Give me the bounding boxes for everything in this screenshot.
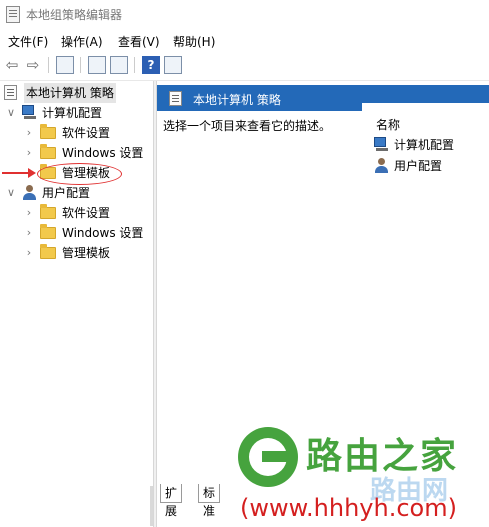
tree-item-label: Windows 设置 [62, 226, 144, 240]
tree-user-admin-templates[interactable]: › 管理模板 [0, 243, 150, 263]
tree-item-label: 管理模板 [62, 246, 111, 260]
toolbar-separator [134, 57, 135, 73]
list-item-label: 计算机配置 [394, 138, 455, 152]
toolbar: ⇦ ⇨ ? [0, 52, 489, 81]
export-list-icon[interactable] [110, 56, 128, 74]
name-column-header[interactable]: 名称 [376, 116, 400, 133]
watermark-logo-icon [238, 427, 298, 487]
tab-extended[interactable]: 扩展 [160, 484, 183, 518]
description-text: 选择一个项目来查看它的描述。 [163, 119, 332, 133]
tree-pane: 本地计算机 策略 ∨ 计算机配置 › 软件设置 › Windows 设置 管理模… [0, 81, 152, 521]
computer-icon [22, 105, 38, 120]
chevron-down-icon[interactable]: ∨ [6, 103, 16, 123]
title-bar: 本地组策略编辑器 [0, 0, 489, 28]
tree-root-label: 本地计算机 策略 [24, 83, 116, 103]
tree-root[interactable]: 本地计算机 策略 [0, 83, 150, 103]
menu-file[interactable]: 文件(F) [8, 33, 48, 50]
toolbar-separator [80, 57, 81, 73]
toolbar-separator [48, 57, 49, 73]
tree-item-label: Windows 设置 [62, 146, 144, 160]
tree-computer-config[interactable]: ∨ 计算机配置 [0, 103, 150, 123]
chevron-right-icon[interactable]: › [24, 143, 34, 163]
menu-help[interactable]: 帮助(H) [173, 33, 215, 50]
policy-icon [169, 91, 182, 106]
menu-bar: 文件(F) 操作(A) 查看(V) 帮助(H) [0, 30, 489, 50]
computer-icon [374, 137, 390, 152]
user-icon [22, 185, 38, 201]
policy-icon [4, 85, 17, 100]
filter-icon[interactable] [164, 56, 182, 74]
tree-user-config[interactable]: ∨ 用户配置 [0, 183, 150, 203]
highlight-oval [37, 163, 122, 185]
forward-arrow-icon[interactable]: ⇨ [24, 56, 42, 74]
menu-action[interactable]: 操作(A) [61, 33, 103, 50]
folder-icon [40, 224, 56, 239]
window-title: 本地组策略编辑器 [26, 8, 123, 22]
tree-computer-software[interactable]: › 软件设置 [0, 123, 150, 143]
tab-standard[interactable]: 标准 [198, 484, 221, 518]
menu-view[interactable]: 查看(V) [118, 33, 160, 50]
folder-icon [40, 144, 56, 159]
folder-icon [40, 244, 56, 259]
chevron-right-icon[interactable]: › [24, 123, 34, 143]
watermark-url: (www.hhhyh.com) [240, 494, 457, 522]
properties-icon[interactable] [88, 56, 106, 74]
tree-item-label: 软件设置 [62, 206, 111, 220]
back-arrow-icon[interactable]: ⇦ [3, 56, 21, 74]
tree-user-windows[interactable]: › Windows 设置 [0, 223, 150, 243]
red-arrow-icon [2, 168, 36, 178]
tree-computer-windows[interactable]: › Windows 设置 [0, 143, 150, 163]
list-item-label: 用户配置 [394, 159, 443, 173]
folder-icon [40, 204, 56, 219]
show-hide-tree-icon[interactable] [56, 56, 74, 74]
tree-computer-config-label: 计算机配置 [42, 106, 103, 120]
content-title: 本地计算机 策略 [193, 93, 281, 107]
chevron-right-icon[interactable]: › [24, 203, 34, 223]
folder-icon [40, 124, 56, 139]
user-icon [374, 158, 390, 174]
policy-editor-icon [6, 6, 20, 23]
help-icon[interactable]: ? [142, 56, 160, 74]
chevron-down-icon[interactable]: ∨ [6, 183, 16, 203]
tree-user-config-label: 用户配置 [42, 186, 91, 200]
tree-item-label: 软件设置 [62, 126, 111, 140]
chevron-right-icon[interactable]: › [24, 223, 34, 243]
chevron-right-icon[interactable]: › [24, 243, 34, 263]
tree-user-software[interactable]: › 软件设置 [0, 203, 150, 223]
